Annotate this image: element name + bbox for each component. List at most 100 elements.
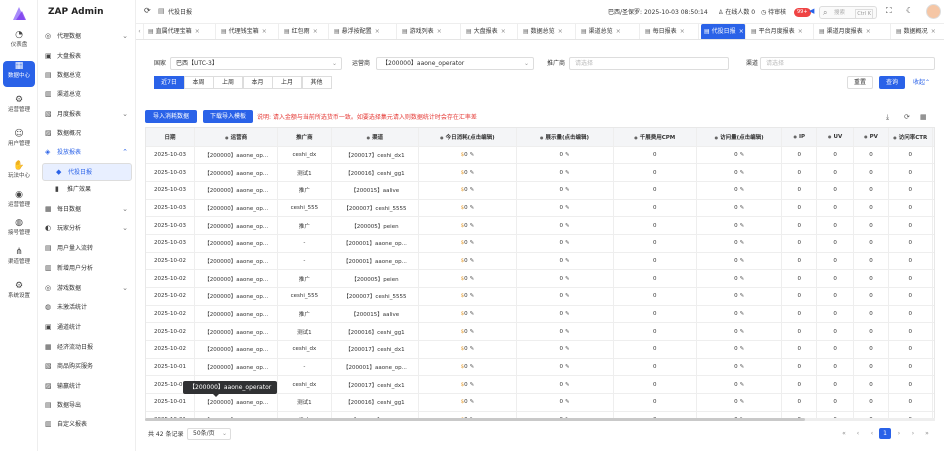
table-cell[interactable]: $0✎ — [418, 322, 517, 342]
quick-range-button[interactable]: 上月 — [272, 76, 302, 89]
table-cell[interactable]: $0✎ — [418, 340, 517, 359]
sidebar-item[interactable]: ▧ 月度报表 ⌄ — [38, 106, 135, 124]
sidebar-item[interactable]: ▥ 新增用户分析 — [38, 260, 135, 278]
edit-icon[interactable]: ✎ — [470, 382, 475, 388]
sidebar-item[interactable]: ▦ 经济流动日报 — [38, 339, 135, 357]
table-cell[interactable]: 0✎ — [516, 322, 614, 342]
sidebar-item[interactable]: ◎ 代理数据 ⌄ — [38, 28, 135, 46]
edit-icon[interactable]: ✎ — [565, 152, 570, 158]
edit-icon[interactable]: ✎ — [565, 293, 570, 299]
sidebar-item[interactable]: ▨ 数据概况 — [38, 125, 135, 143]
current-page-button[interactable]: 1 — [879, 428, 891, 439]
table-cell[interactable]: 0✎ — [696, 252, 783, 271]
sidebar-item[interactable]: ▮ 推广效果 — [38, 181, 135, 199]
column-header[interactable]: ● 渠道 — [331, 128, 420, 147]
column-header[interactable]: ● 运营商 — [194, 128, 279, 147]
table-cell[interactable]: $0✎ — [418, 305, 517, 324]
sidebar-item[interactable]: ▤ 数据总览 — [38, 67, 135, 85]
table-cell[interactable]: 0✎ — [696, 358, 783, 377]
edit-icon[interactable]: ✎ — [470, 240, 475, 246]
edit-icon[interactable]: ✎ — [565, 223, 570, 229]
edit-icon[interactable]: ✎ — [565, 399, 570, 405]
rail-item[interactable]: ◉ 运营管理 — [0, 190, 38, 216]
table-cell[interactable]: 0✎ — [696, 181, 783, 200]
operator-select[interactable]: 【200000】aaone_operator ⌄ — [376, 57, 534, 70]
edit-icon[interactable]: ✎ — [740, 205, 745, 211]
sidebar-item[interactable]: ▣ 通道统计 — [38, 319, 135, 337]
close-icon[interactable]: × — [558, 28, 563, 35]
speaker-icon[interactable]: ◀ — [809, 7, 814, 15]
table-cell[interactable]: 0✎ — [516, 358, 614, 377]
sidebar-item[interactable]: ▣ 大盘报表 — [38, 48, 135, 66]
edit-icon[interactable]: ✎ — [470, 399, 475, 405]
table-cell[interactable]: 0✎ — [516, 269, 614, 288]
edit-icon[interactable]: ✎ — [470, 276, 475, 282]
tab[interactable]: ▤ 大盘报表 × — [463, 24, 518, 39]
edit-icon[interactable]: ✎ — [740, 152, 745, 158]
close-icon[interactable]: × — [866, 28, 871, 35]
table-cell[interactable]: 0✎ — [696, 216, 783, 235]
table-cell[interactable]: 0✎ — [696, 322, 783, 342]
tab[interactable]: ▤ 数据概况 × — [893, 24, 944, 39]
column-header[interactable]: ● PV — [853, 128, 889, 147]
refresh-icon[interactable]: ⟳ — [144, 7, 151, 15]
app-logo[interactable] — [9, 4, 29, 24]
user-avatar[interactable] — [926, 4, 941, 19]
last-page-icon[interactable]: » — [921, 428, 933, 439]
column-header[interactable]: ● 千展费用CPM — [613, 128, 697, 147]
table-cell[interactable]: 0✎ — [516, 375, 614, 395]
table-cell[interactable]: $0✎ — [418, 181, 517, 200]
fullscreen-icon[interactable]: ⛶ — [886, 7, 892, 15]
column-header[interactable]: ● IP — [781, 128, 818, 147]
table-cell[interactable]: 0✎ — [696, 287, 783, 306]
edit-icon[interactable]: ✎ — [740, 276, 745, 282]
edit-icon[interactable]: ✎ — [740, 240, 745, 246]
table-cell[interactable]: 0✎ — [516, 181, 614, 200]
column-header[interactable]: ● 今日消耗(点击编辑) — [418, 128, 517, 147]
close-icon[interactable]: × — [680, 28, 685, 35]
edit-icon[interactable]: ✎ — [740, 399, 745, 405]
refresh-table-icon[interactable]: ⟳ — [904, 112, 910, 122]
edit-icon[interactable]: ✎ — [565, 329, 570, 335]
quick-range-button[interactable]: 本月 — [242, 76, 273, 89]
sidebar-item[interactable]: ◐ 玩家分析 ⌄ — [38, 220, 135, 238]
column-header[interactable]: ●平均访问量CPC — [932, 128, 934, 147]
sidebar-item[interactable]: ▤ 数据导出 — [38, 397, 135, 415]
reset-button[interactable]: 重置 — [847, 76, 873, 89]
rail-item[interactable]: ☺ 用户管理 — [0, 129, 38, 155]
column-header[interactable]: ● 访问率CTR — [888, 128, 933, 147]
theme-toggle-icon[interactable]: ☾ — [906, 7, 913, 15]
online-users[interactable]: ♙ 在线人数 0 — [718, 9, 755, 17]
table-cell[interactable]: $0✎ — [418, 393, 517, 412]
table-cell[interactable]: 0✎ — [696, 340, 783, 359]
edit-icon[interactable]: ✎ — [565, 240, 570, 246]
close-icon[interactable]: × — [375, 28, 380, 35]
table-cell[interactable]: 0✎ — [696, 234, 783, 253]
channel-select[interactable]: 请选择 — [760, 57, 935, 70]
table-cell[interactable]: 0✎ — [516, 305, 614, 324]
edit-icon[interactable]: ✎ — [740, 311, 745, 317]
page-size-select[interactable]: 50条/页 ⌄ — [187, 428, 231, 440]
column-settings-icon[interactable]: ▦ — [920, 112, 927, 122]
table-cell[interactable]: 0✎ — [516, 163, 614, 182]
tab[interactable]: ▤ 悬浮按配置 × — [331, 24, 397, 39]
tab[interactable]: ▤ 代投日报 × — [701, 24, 746, 39]
rail-item[interactable]: ✋ 玩法中心 — [0, 161, 38, 187]
first-page-icon[interactable]: « — [838, 428, 850, 439]
table-cell[interactable]: 0✎ — [696, 199, 783, 218]
table-cell[interactable]: 0✎ — [516, 199, 614, 218]
edit-icon[interactable]: ✎ — [470, 311, 475, 317]
prev-page-icon[interactable]: ‹ — [866, 428, 878, 439]
table-cell[interactable]: 0✎ — [696, 305, 783, 324]
edit-icon[interactable]: ✎ — [565, 382, 570, 388]
edit-icon[interactable]: ✎ — [470, 205, 475, 211]
sidebar-item[interactable]: ▤ 用户量入流转 — [38, 240, 135, 258]
close-icon[interactable]: × — [616, 28, 621, 35]
edit-icon[interactable]: ✎ — [470, 152, 475, 158]
edit-icon[interactable]: ✎ — [470, 223, 475, 229]
rail-item[interactable]: ⋔ 渠道管理 — [0, 247, 38, 273]
edit-icon[interactable]: ✎ — [565, 364, 570, 370]
edit-icon[interactable]: ✎ — [470, 293, 475, 299]
close-icon[interactable]: × — [501, 28, 506, 35]
edit-icon[interactable]: ✎ — [565, 170, 570, 176]
